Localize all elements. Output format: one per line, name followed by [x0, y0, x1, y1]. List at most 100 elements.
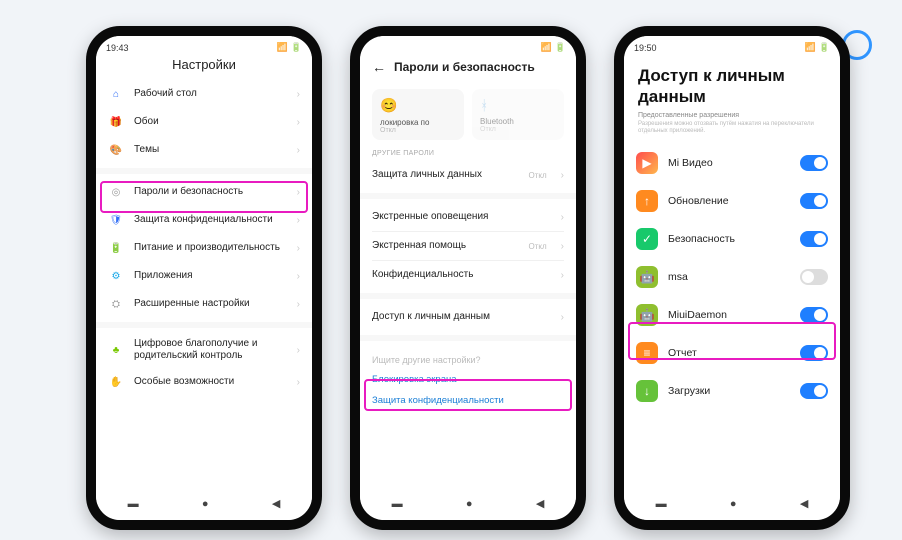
search-hint: Ищите другие настройки? [360, 345, 576, 369]
toggle-switch[interactable] [800, 269, 828, 285]
toggle-switch[interactable] [800, 193, 828, 209]
row-label: Пароли и безопасность [134, 186, 287, 198]
toggle-switch[interactable] [800, 345, 828, 361]
toggle-switch[interactable] [800, 307, 828, 323]
card-label: Bluetooth [480, 117, 556, 126]
status-bar: 19:43 📶🔋 [96, 36, 312, 55]
app-label: Загрузки [668, 385, 790, 398]
page-title: Доступ к личным данным [624, 55, 840, 112]
app-update[interactable]: ↑ Обновление [624, 182, 840, 220]
app-miui-daemon[interactable]: 🤖 MiuiDaemon [624, 296, 840, 334]
chevron-right-icon: › [561, 241, 564, 252]
status-bar: 19:50 📶🔋 [624, 36, 840, 55]
row-themes[interactable]: 🎨 Темы › [96, 136, 312, 164]
toggle-switch[interactable] [800, 383, 828, 399]
nav-home[interactable]: ● [202, 498, 209, 510]
nav-recent[interactable]: ▬ [656, 498, 667, 510]
row-label: Доступ к личным данным [372, 311, 551, 323]
chevron-right-icon: › [561, 312, 564, 323]
chevron-right-icon: › [297, 215, 300, 226]
page-title: Пароли и безопасность [394, 60, 535, 74]
chevron-right-icon: › [297, 89, 300, 100]
row-emergency-alerts[interactable]: Экстренные оповещения › [360, 203, 576, 231]
accessibility-icon: ✋ [108, 374, 124, 390]
row-value: Откл [529, 242, 547, 251]
update-icon: ↑ [636, 190, 658, 212]
row-confidentiality[interactable]: Конфиденциальность › [360, 261, 576, 289]
row-protect-personal[interactable]: Защита личных данных Откл › [360, 161, 576, 189]
app-security[interactable]: ✓ Безопасность [624, 220, 840, 258]
row-personal-data-access[interactable]: Доступ к личным данным › [360, 303, 576, 331]
apps-icon: ⚙ [108, 268, 124, 284]
row-privacy[interactable]: 🛡 Защита конфиденциальности › [96, 206, 312, 234]
chevron-right-icon: › [561, 212, 564, 223]
nav-back[interactable]: ◀ [536, 497, 544, 510]
row-passwords-security[interactable]: ◎ Пароли и безопасность › [96, 178, 312, 206]
themes-icon: 🎨 [108, 142, 124, 158]
link-privacy[interactable]: Защита конфиденциальности [360, 390, 576, 411]
phone-passwords-security: 📶🔋 ← Пароли и безопасность 😊 локировка п… [350, 26, 586, 530]
row-accessibility[interactable]: ✋ Особые возможности › [96, 368, 312, 396]
sliders-icon: ⛭ [108, 296, 124, 312]
row-label: Темы [134, 144, 287, 156]
report-icon: ≡ [636, 342, 658, 364]
chevron-right-icon: › [297, 243, 300, 254]
link-screen-lock[interactable]: Блокировка экрана [360, 369, 576, 390]
row-wallpaper[interactable]: 🎁 Обои › [96, 108, 312, 136]
row-battery[interactable]: 🔋 Питание и производительность › [96, 234, 312, 262]
row-advanced[interactable]: ⛭ Расширенные настройки › [96, 290, 312, 318]
card-bluetooth[interactable]: ᚼ Bluetooth Откл [472, 89, 564, 140]
smile-icon: 😊 [380, 97, 456, 114]
card-sub: Откл [480, 126, 556, 133]
status-bar: 📶🔋 [360, 36, 576, 55]
row-home-screen[interactable]: ⌂ Рабочий стол › [96, 80, 312, 108]
row-label: Обои [134, 116, 287, 128]
chevron-right-icon: › [297, 117, 300, 128]
chevron-right-icon: › [297, 145, 300, 156]
wallpaper-icon: 🎁 [108, 114, 124, 130]
section-other-passwords: Другие пароли [360, 142, 576, 161]
status-icons: 📶🔋 [277, 42, 302, 53]
nav-recent[interactable]: ▬ [392, 498, 403, 510]
status-icons: 📶🔋 [805, 42, 830, 53]
phone-settings: 19:43 📶🔋 Настройки ⌂ Рабочий стол › 🎁 Об… [86, 26, 322, 530]
app-mi-video[interactable]: ▶ Mi Видео [624, 144, 840, 182]
nav-home[interactable]: ● [466, 498, 473, 510]
nav-home[interactable]: ● [730, 498, 737, 510]
nav-back[interactable]: ◀ [272, 497, 280, 510]
download-icon: ↓ [636, 380, 658, 402]
row-emergency-help[interactable]: Экстренная помощь Откл › [360, 232, 576, 260]
card-sub: Откл [380, 127, 456, 134]
app-report[interactable]: ≡ Отчет [624, 334, 840, 372]
row-label: Расширенные настройки [134, 298, 287, 310]
row-label: Рабочий стол [134, 88, 287, 100]
app-label: Обновление [668, 195, 790, 208]
android-icon: 🤖 [636, 266, 658, 288]
page-title: Настройки [96, 55, 312, 80]
clock: 19:43 [106, 43, 129, 53]
chevron-right-icon: › [297, 271, 300, 282]
chevron-right-icon: › [297, 187, 300, 198]
back-button[interactable]: ← [372, 59, 386, 75]
app-downloads[interactable]: ↓ Загрузки [624, 372, 840, 410]
android-nav-bar: ▬ ● ◀ [624, 491, 840, 516]
chevron-right-icon: › [297, 345, 300, 356]
android-icon: 🤖 [636, 304, 658, 326]
toggle-switch[interactable] [800, 155, 828, 171]
app-msa[interactable]: 🤖 msa [624, 258, 840, 296]
row-apps[interactable]: ⚙ Приложения › [96, 262, 312, 290]
row-label: Экстренная помощь [372, 240, 519, 252]
chevron-right-icon: › [297, 299, 300, 310]
row-wellbeing[interactable]: ♣ Цифровое благополучие и родительский к… [96, 332, 312, 368]
android-nav-bar: ▬ ● ◀ [96, 491, 312, 516]
card-lock[interactable]: 😊 локировка по Откл [372, 89, 464, 140]
toggle-switch[interactable] [800, 231, 828, 247]
nav-recent[interactable]: ▬ [128, 498, 139, 510]
row-label: Конфиденциальность [372, 269, 551, 281]
row-label: Защита личных данных [372, 169, 519, 181]
wellbeing-icon: ♣ [108, 342, 124, 358]
nav-back[interactable]: ◀ [800, 497, 808, 510]
app-label: msa [668, 271, 790, 284]
row-label: Приложения [134, 270, 287, 282]
status-icons: 📶🔋 [541, 42, 566, 53]
